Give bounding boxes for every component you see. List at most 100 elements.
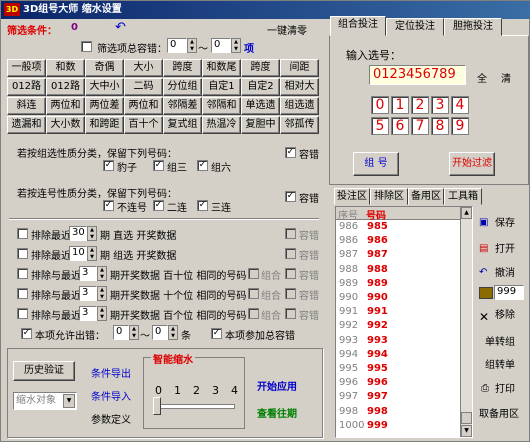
subtab-2[interactable]: 备用区 xyxy=(408,188,444,205)
condition-button[interactable]: 012路 xyxy=(46,78,85,96)
condition-button[interactable]: 分位组 xyxy=(163,78,202,96)
condition-button[interactable]: 相对大 xyxy=(280,78,319,96)
row-number[interactable]: 992 xyxy=(367,320,388,331)
condition-button[interactable]: 遗漏和 xyxy=(7,116,46,134)
digit-button[interactable]: 1 xyxy=(391,96,409,114)
condition-button[interactable]: 二码 xyxy=(124,78,163,96)
row-number[interactable]: 985 xyxy=(367,221,388,232)
tab-2[interactable]: 胆拖投注 xyxy=(444,18,502,36)
shrink-target-select[interactable]: 缩水对象 ▼ xyxy=(13,392,77,410)
digit-button[interactable]: 8 xyxy=(431,117,449,135)
row-number[interactable]: 995 xyxy=(367,363,388,374)
exclude-checkbox[interactable] xyxy=(17,248,28,259)
row-number[interactable]: 989 xyxy=(367,278,388,289)
exclude-period-input[interactable]: 30 xyxy=(69,226,87,241)
exclude-tolerance-checkbox[interactable] xyxy=(285,268,296,279)
exclude-tolerance-checkbox[interactable] xyxy=(285,288,296,299)
condition-button[interactable]: 两位差 xyxy=(85,97,124,115)
condition-button[interactable]: 复式组 xyxy=(163,116,202,134)
allow-min-spinner[interactable]: ▲ ▼ xyxy=(129,325,139,340)
start-filter-button[interactable]: 开始过滤 xyxy=(449,152,495,176)
count-input[interactable]: 999 xyxy=(494,285,524,300)
condition-button[interactable]: 间距 xyxy=(280,59,319,77)
condition-button[interactable]: 大小 xyxy=(124,59,163,77)
condition-button[interactable]: 单选遗 xyxy=(241,97,280,115)
subtab-0[interactable]: 投注区 xyxy=(334,188,370,205)
exclude-checkbox[interactable] xyxy=(17,228,28,239)
section2-tolerance-checkbox[interactable]: ✓ xyxy=(285,191,296,202)
digit-button[interactable]: 4 xyxy=(451,96,469,114)
scroll-up-icon[interactable]: ▲ xyxy=(461,207,472,219)
condition-button[interactable]: 邻隔和 xyxy=(202,97,241,115)
history-verify-button[interactable]: 历史验证 xyxy=(13,361,75,381)
smart-slider-thumb[interactable] xyxy=(153,397,161,415)
digit-button[interactable]: 5 xyxy=(371,117,389,135)
condition-button[interactable]: 和数 xyxy=(46,59,85,77)
select-all-button[interactable]: 全 xyxy=(477,70,487,85)
condition-button[interactable]: 自定2 xyxy=(241,78,280,96)
tab-1[interactable]: 定位投注 xyxy=(386,18,444,36)
subtab-1[interactable]: 排除区 xyxy=(370,188,408,205)
digit-button[interactable]: 3 xyxy=(431,96,449,114)
exclude-tolerance-checkbox[interactable] xyxy=(285,248,296,259)
row-number[interactable]: 993 xyxy=(367,335,388,346)
row-number[interactable]: 986 xyxy=(367,235,388,246)
allow-max-input[interactable]: 0 xyxy=(152,325,168,340)
condition-button[interactable]: 复胆中 xyxy=(241,116,280,134)
import-link[interactable]: 条件导入 xyxy=(91,388,131,403)
exclude-period-input[interactable]: 3 xyxy=(79,306,97,321)
group-number-button[interactable]: 组 号 xyxy=(353,152,399,176)
condition-button[interactable]: 大小数 xyxy=(46,116,85,134)
combo-checkbox[interactable] xyxy=(248,308,259,319)
exclude-period-input[interactable]: 3 xyxy=(79,266,97,281)
condition-button[interactable]: 热温冷 xyxy=(202,116,241,134)
condition-button[interactable]: 跨度 xyxy=(163,59,202,77)
exclude-period-spinner[interactable]: ▲ ▼ xyxy=(97,266,107,281)
condition-button[interactable]: 012路 xyxy=(7,78,46,96)
digit-button[interactable]: 2 xyxy=(411,96,429,114)
tolerance-max-input[interactable]: 0 xyxy=(211,38,231,53)
subtab-3[interactable]: 工具箱 xyxy=(444,188,482,205)
scroll-down-icon[interactable]: ▼ xyxy=(461,425,472,437)
exclude-period-input[interactable]: 3 xyxy=(79,286,97,301)
condition-button[interactable]: 自定1 xyxy=(202,78,241,96)
tolerance-max-spinner[interactable]: ▲ ▼ xyxy=(231,38,241,53)
row-number[interactable]: 994 xyxy=(367,349,388,360)
row-number[interactable]: 998 xyxy=(367,406,388,417)
tab-0[interactable]: 组合投注 xyxy=(330,16,386,36)
digit-button[interactable]: 0 xyxy=(371,96,389,114)
exclude-period-spinner[interactable]: ▲ ▼ xyxy=(97,286,107,301)
section1-tolerance-checkbox[interactable]: ✓ xyxy=(285,147,296,158)
condition-button[interactable]: 邻隔差 xyxy=(163,97,202,115)
row-number[interactable]: 987 xyxy=(367,249,388,260)
undo-button[interactable]: 撤消 xyxy=(495,265,515,283)
total-tolerance-checkbox[interactable]: ✓ xyxy=(211,328,222,339)
no-consec-checkbox[interactable]: ✓ xyxy=(103,200,114,211)
remove-button[interactable]: 移除 xyxy=(495,307,515,325)
tolerance-min-spinner[interactable]: ▲ ▼ xyxy=(187,38,197,53)
group6-checkbox[interactable]: ✓ xyxy=(197,160,208,171)
number-input[interactable]: 0123456789 xyxy=(369,65,466,85)
apply-button[interactable]: 开始应用 xyxy=(257,378,297,393)
condition-button[interactable]: 两位和 xyxy=(124,97,163,115)
combo-checkbox[interactable] xyxy=(248,268,259,279)
condition-button[interactable]: 大中小 xyxy=(85,78,124,96)
clear-button[interactable]: 清 xyxy=(501,70,511,85)
two-consec-checkbox[interactable]: ✓ xyxy=(153,200,164,211)
row-number[interactable]: 999 xyxy=(367,420,388,431)
exclude-period-spinner[interactable]: ▲ ▼ xyxy=(87,226,97,241)
params-label[interactable]: 参数定义 xyxy=(91,411,131,426)
exclude-checkbox[interactable] xyxy=(17,268,28,279)
row-number[interactable]: 997 xyxy=(367,391,388,402)
take-spare-button[interactable]: 取备用区 xyxy=(479,406,519,424)
save-button[interactable]: 保存 xyxy=(495,215,515,233)
digit-button[interactable]: 9 xyxy=(451,117,469,135)
leopard-checkbox[interactable]: ✓ xyxy=(103,160,114,171)
allow-max-spinner[interactable]: ▲ ▼ xyxy=(168,325,178,340)
open-button[interactable]: 打开 xyxy=(495,241,515,259)
condition-button[interactable]: 组选遗 xyxy=(280,97,319,115)
row-number[interactable]: 990 xyxy=(367,292,388,303)
allow-min-input[interactable]: 0 xyxy=(113,325,129,340)
exclude-period-spinner[interactable]: ▲ ▼ xyxy=(87,246,97,261)
three-consec-checkbox[interactable]: ✓ xyxy=(197,200,208,211)
